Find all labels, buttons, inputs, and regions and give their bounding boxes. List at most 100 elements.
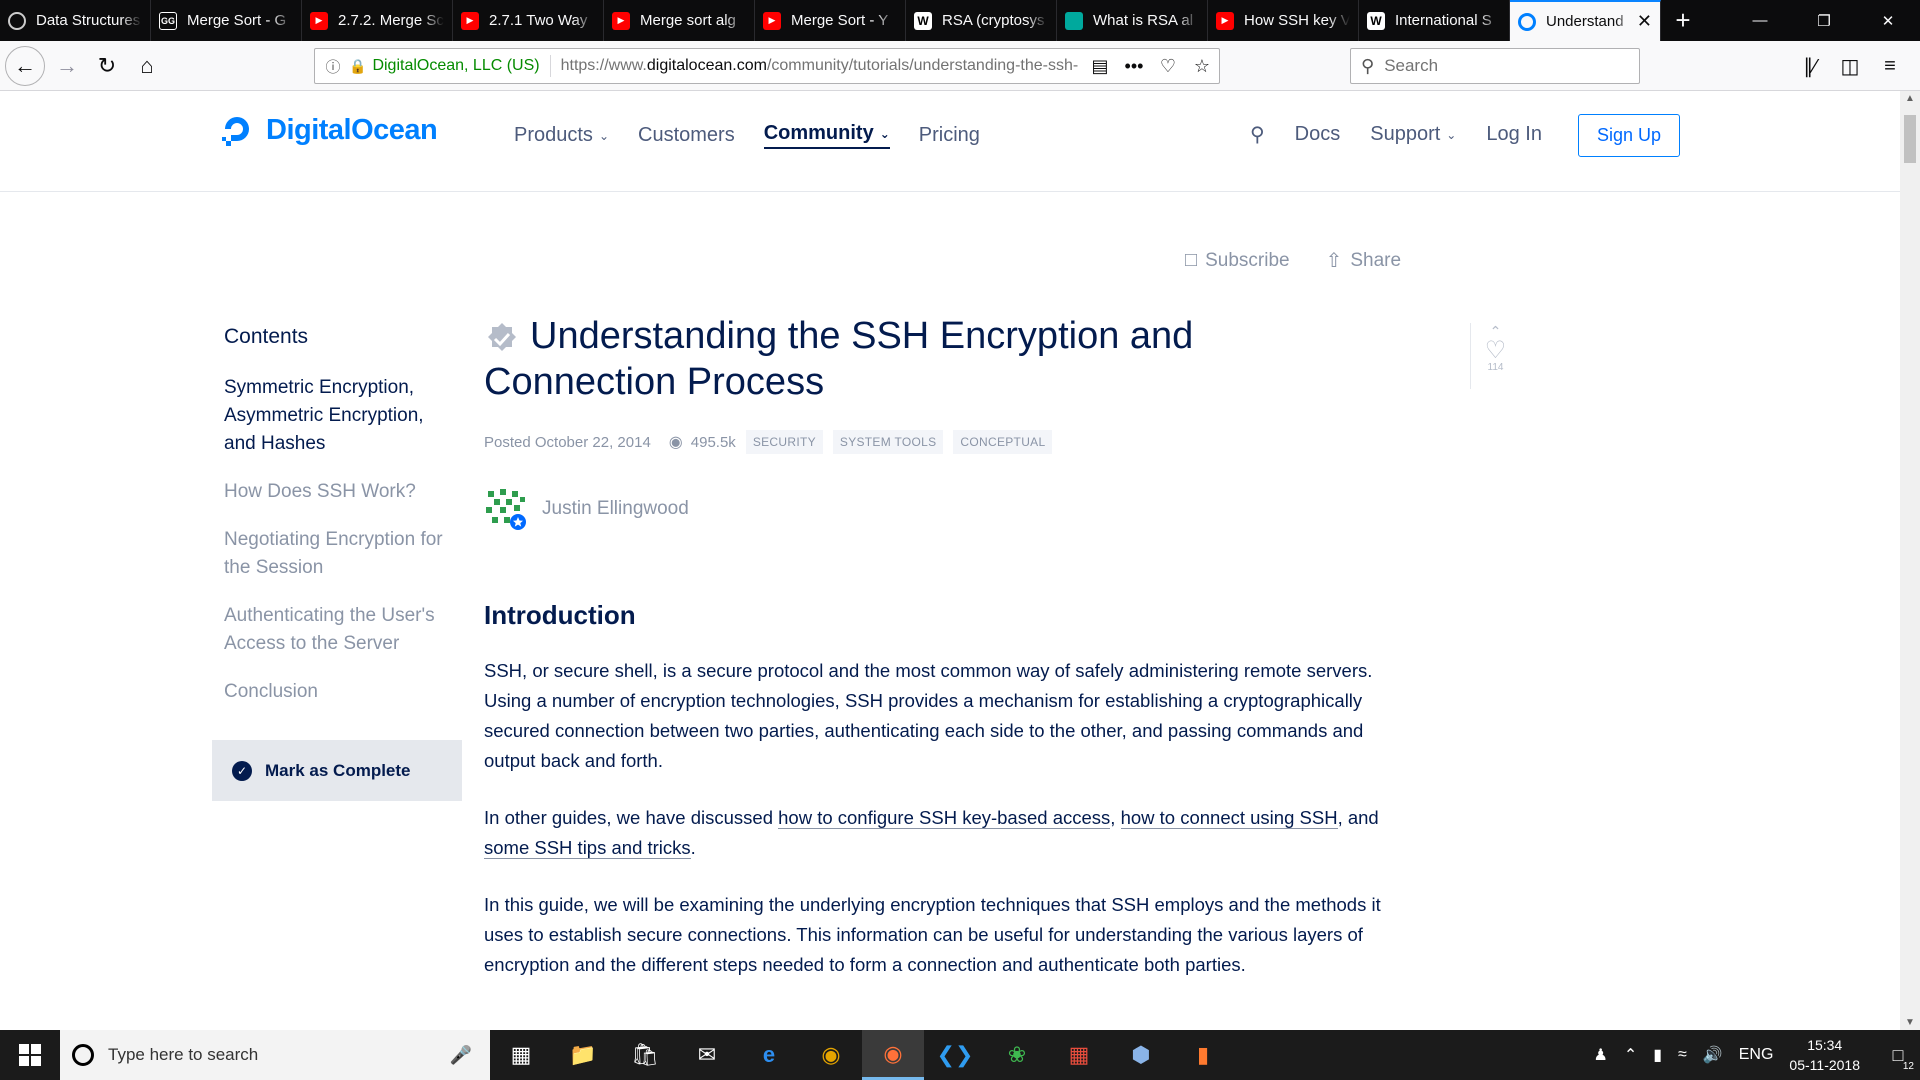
link-configure-ssh-key[interactable]: how to configure SSH key-based access (778, 807, 1111, 829)
vertical-scrollbar[interactable]: ▲ ▼ (1900, 91, 1920, 1030)
chrome-icon[interactable]: ◉ (800, 1030, 862, 1080)
mail-icon[interactable]: ✉ (676, 1030, 738, 1080)
file-explorer-icon[interactable]: 📁 (552, 1030, 614, 1080)
lock-icon[interactable]: 🔒 (349, 58, 366, 75)
virtualbox-icon[interactable]: ⬢ (1110, 1030, 1172, 1080)
scroll-down-icon[interactable]: ▼ (1900, 1017, 1920, 1028)
tab-title: How SSH key V (1244, 12, 1350, 29)
sidebar-icon[interactable]: ◫ (1830, 46, 1870, 86)
paragraph-1: SSH, or secure shell, is a secure protoc… (484, 660, 1373, 771)
scroll-up-icon[interactable]: ▲ (1900, 93, 1920, 104)
browser-search-field[interactable]: ⚲ Search (1350, 48, 1640, 84)
close-window-icon[interactable]: ✕ (1856, 0, 1920, 41)
pocket-icon[interactable]: ♡ (1151, 56, 1185, 77)
main-nav: Products ⌄ Customers Community ⌄ Pricing (514, 122, 1009, 149)
office-app-icon[interactable]: ▦ (1048, 1030, 1110, 1080)
browser-tab[interactable]: What is RSA al (1057, 0, 1208, 41)
reload-button[interactable]: ↻ (87, 46, 127, 86)
taskbar-search[interactable]: Type here to search 🎤 (60, 1030, 490, 1080)
browser-tab[interactable]: ▶ How SSH key V (1208, 0, 1359, 41)
bookmark-star-icon[interactable]: ☆ (1185, 56, 1219, 77)
url-text[interactable]: https://www.digitalocean.com/community/t… (561, 57, 1083, 75)
subscribe-button[interactable]: □ Subscribe (1185, 248, 1290, 273)
nav-support[interactable]: Support ⌄ (1370, 123, 1456, 146)
chevron-up-icon[interactable]: ⌃ (1624, 1045, 1637, 1065)
address-bar[interactable]: ⓘ 🔒 DigitalOcean, LLC (US) https://www.d… (314, 48, 1220, 84)
tag-conceptual[interactable]: CONCEPTUAL (953, 430, 1053, 454)
nav-customers[interactable]: Customers (638, 122, 735, 149)
browser-tab[interactable]: W International S (1359, 0, 1510, 41)
volume-icon[interactable]: 🔊 (1703, 1045, 1723, 1065)
toc-item[interactable]: Conclusion (224, 678, 444, 706)
nav-products[interactable]: Products ⌄ (514, 122, 609, 149)
start-button[interactable] (0, 1030, 60, 1080)
site-identity[interactable]: DigitalOcean, LLC (US) (372, 57, 539, 75)
menu-icon[interactable]: ≡ (1870, 46, 1910, 86)
youtube-icon: ▶ (612, 11, 630, 30)
library-icon[interactable]: ∥⁄ (1790, 46, 1830, 86)
site-search-icon[interactable]: ⚲ (1250, 122, 1265, 147)
browser-tab[interactable]: ▶ 2.7.1 Two Way (453, 0, 604, 41)
edge-icon[interactable]: e (738, 1030, 800, 1080)
site-info-icon[interactable]: ⓘ (321, 56, 345, 77)
green-app-icon[interactable]: ❀ (986, 1030, 1048, 1080)
geeksforgeeks-icon: GG (159, 11, 177, 30)
browser-tab[interactable]: GG Merge Sort - G (151, 0, 302, 41)
mark-as-complete-button[interactable]: ✓ Mark as Complete (212, 740, 462, 801)
sign-up-button[interactable]: Sign Up (1578, 114, 1680, 157)
verified-badge-icon (488, 323, 516, 351)
nav-pricing[interactable]: Pricing (919, 122, 980, 149)
wikipedia-icon: W (914, 11, 932, 30)
language-indicator[interactable]: ENG (1739, 1046, 1774, 1064)
wifi-icon[interactable]: ≈ (1678, 1046, 1687, 1064)
url-domain: digitalocean.com (646, 57, 767, 74)
forward-button[interactable]: → (47, 46, 87, 86)
task-view-icon[interactable]: ▦ (490, 1030, 552, 1080)
home-button[interactable]: ⌂ (127, 46, 167, 86)
digitalocean-logo[interactable]: DigitalOcean (218, 111, 438, 149)
chevron-down-icon: ⌄ (879, 126, 890, 141)
checkmark-icon: ✓ (232, 760, 252, 781)
browser-tab[interactable]: Understand ✕ (1510, 0, 1661, 41)
restore-icon[interactable]: ❐ (1792, 0, 1856, 41)
reader-view-icon[interactable]: ▤ (1083, 56, 1117, 77)
author-block[interactable]: Justin Ellingwood (484, 487, 689, 531)
tag-system-tools[interactable]: SYSTEM TOOLS (832, 430, 944, 454)
firefox-icon[interactable]: ◉ (862, 1030, 924, 1080)
like-widget[interactable]: ⌃ ♡ 114 (1470, 323, 1520, 389)
back-button[interactable]: ← (5, 45, 45, 86)
browser-tab[interactable]: ▶ Merge sort alg (604, 0, 755, 41)
vscode-icon[interactable]: ❮❯ (924, 1030, 986, 1080)
toc-item[interactable]: Authenticating the User's Access to the … (224, 602, 444, 658)
link-connect-using-ssh[interactable]: how to connect using SSH (1120, 807, 1338, 829)
people-icon[interactable]: ♟ (1593, 1045, 1607, 1065)
battery-icon[interactable]: ▮ (1653, 1045, 1662, 1065)
toc-item[interactable]: How Does SSH Work? (224, 478, 444, 506)
toc-item[interactable]: Symmetric Encryption, Asymmetric Encrypt… (224, 374, 444, 458)
store-icon[interactable]: 🛍 (614, 1030, 676, 1080)
microphone-icon[interactable]: 🎤 (450, 1045, 472, 1066)
scrollbar-thumb[interactable] (1904, 115, 1916, 163)
browser-tab[interactable]: ▶ Merge Sort - Y (755, 0, 906, 41)
link-ssh-tips[interactable]: some SSH tips and tricks (484, 837, 691, 859)
nav-login[interactable]: Log In (1486, 123, 1542, 146)
heart-icon[interactable]: ♡ (1471, 339, 1520, 363)
nav-docs[interactable]: Docs (1295, 123, 1341, 146)
tag-security[interactable]: SECURITY (745, 430, 823, 454)
author-name[interactable]: Justin Ellingwood (542, 498, 689, 520)
mark-complete-label: Mark as Complete (265, 760, 411, 780)
browser-tab[interactable]: W RSA (cryptosys (906, 0, 1057, 41)
nav-community[interactable]: Community ⌄ (763, 122, 890, 149)
minimize-icon[interactable]: — (1728, 0, 1792, 41)
browser-tab[interactable]: Data Structures (0, 0, 151, 41)
browser-tab[interactable]: ▶ 2.7.2. Merge Sc (302, 0, 453, 41)
orange-app-icon[interactable]: ▮ (1172, 1030, 1234, 1080)
toc-item[interactable]: Negotiating Encryption for the Session (224, 526, 444, 582)
clock[interactable]: 15:34 05-11-2018 (1789, 1035, 1860, 1075)
share-button[interactable]: ⇧ Share (1326, 248, 1401, 273)
page-actions-icon[interactable]: ••• (1117, 56, 1151, 77)
action-center-icon[interactable]: □ 12 (1876, 1030, 1920, 1080)
new-tab-button[interactable]: + (1661, 0, 1705, 41)
close-tab-icon[interactable]: ✕ (1637, 11, 1652, 32)
generic-site-icon (8, 11, 26, 30)
